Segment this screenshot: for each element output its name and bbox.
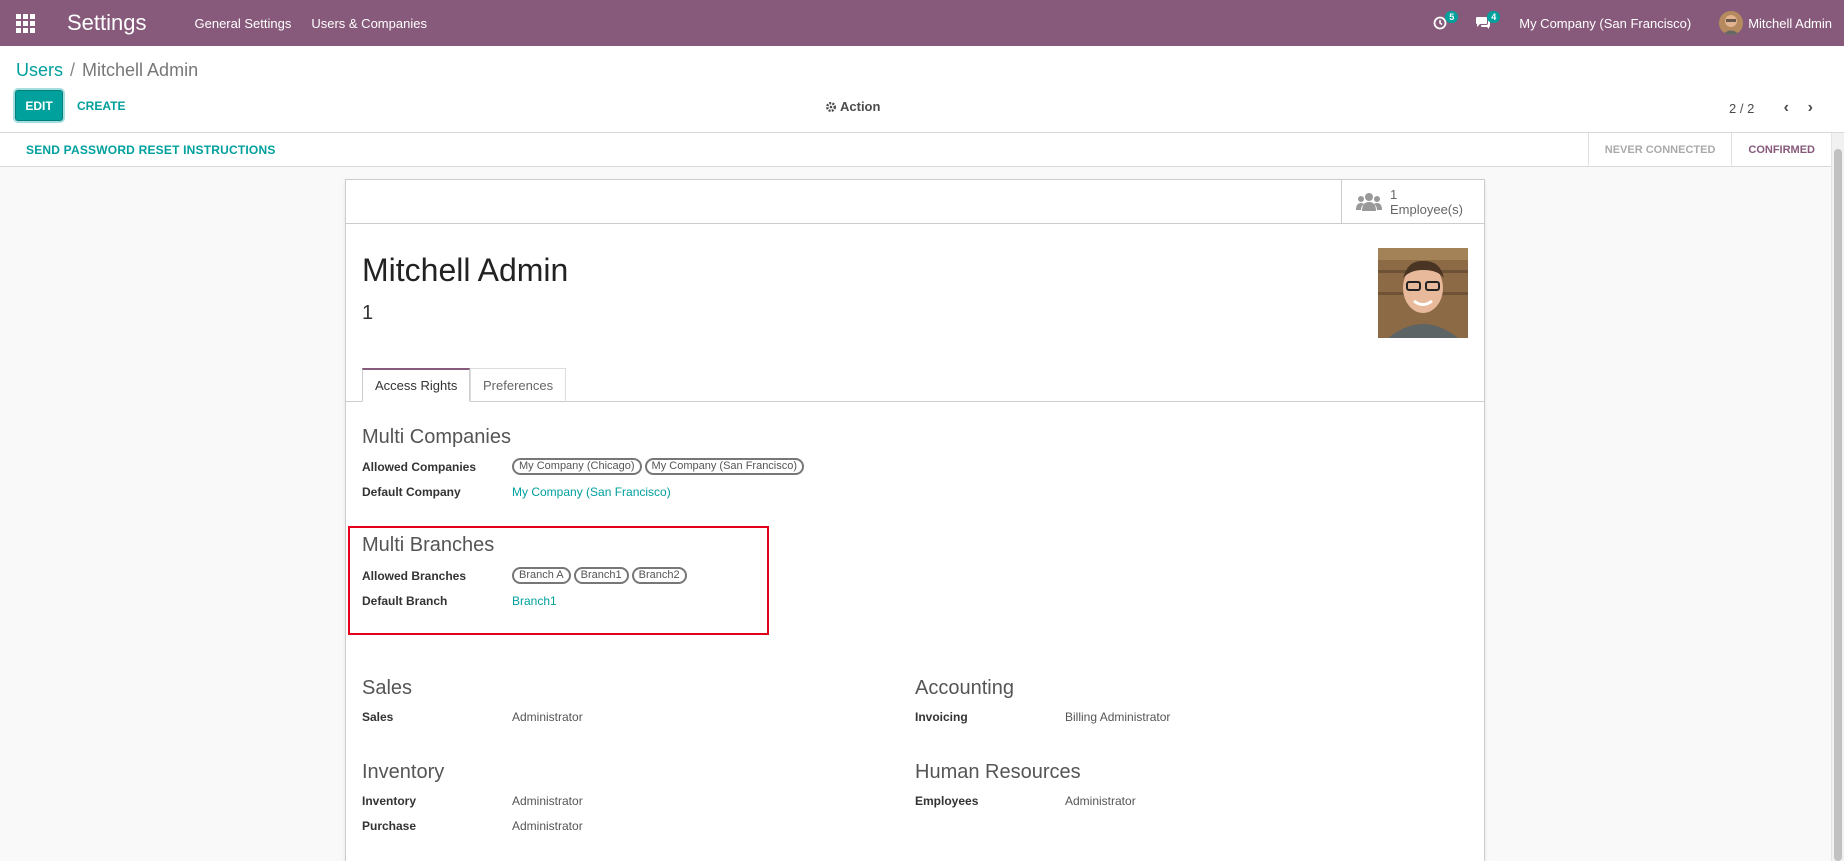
purchase-label: Purchase: [362, 819, 417, 833]
status-never-connected[interactable]: NEVER CONNECTED: [1587, 133, 1732, 167]
breadcrumb-separator: /: [70, 60, 76, 80]
apps-grid-icon[interactable]: [0, 0, 50, 46]
menu-general-settings[interactable]: General Settings: [185, 0, 302, 46]
default-branch-link[interactable]: Branch1: [512, 594, 557, 608]
multi-branches-title: Multi Branches: [362, 534, 495, 556]
messaging-menu[interactable]: 4: [1465, 0, 1501, 46]
gear-icon: [826, 101, 836, 112]
chevron-left-icon[interactable]: ‹: [1774, 98, 1798, 118]
user-avatar: [1719, 11, 1744, 35]
app-title[interactable]: Settings: [50, 10, 185, 36]
allowed-branches-tags[interactable]: Branch A Branch1 Branch2: [512, 567, 690, 584]
menu-users-companies[interactable]: Users & Companies: [301, 0, 437, 46]
tag-branch2[interactable]: Branch2: [631, 567, 687, 584]
default-company-link[interactable]: My Company (San Francisco): [512, 485, 671, 499]
status-steps: NEVER CONNECTED CONFIRMED: [1587, 133, 1831, 167]
user-name-field: Mitchell Admin: [362, 252, 569, 288]
scrollbar-thumb[interactable]: [1834, 149, 1842, 861]
tag-company-chicago[interactable]: My Company (Chicago): [512, 458, 642, 475]
allowed-branches-label: Allowed Branches: [362, 569, 467, 583]
user-menu[interactable]: Mitchell Admin: [1709, 0, 1844, 46]
tab-preferences[interactable]: Preferences: [470, 368, 567, 402]
status-confirmed[interactable]: CONFIRMED: [1731, 133, 1831, 167]
user-photo: [1378, 248, 1468, 338]
employees-value: Administrator: [1065, 794, 1136, 808]
notebook-tabs: Access Rights Preferences: [346, 368, 1484, 402]
human-resources-title: Human Resources: [915, 761, 1081, 783]
purchase-value: Administrator: [512, 819, 583, 833]
inventory-label: Inventory: [362, 794, 417, 808]
default-company-label: Default Company: [362, 485, 461, 499]
allowed-companies-tags[interactable]: My Company (Chicago) My Company (San Fra…: [512, 458, 807, 475]
employees-smart-button[interactable]: 1 Employee(s): [1341, 180, 1484, 224]
inventory-value: Administrator: [512, 794, 583, 808]
breadcrumb: Users / Mitchell Admin: [16, 60, 198, 81]
user-login-field: 1: [362, 302, 374, 324]
activity-badge: 5: [1445, 11, 1459, 23]
pager-value[interactable]: 2 / 2: [1729, 101, 1754, 116]
chevron-right-icon[interactable]: ›: [1798, 98, 1822, 118]
statusbar: SEND PASSWORD RESET INSTRUCTIONS NEVER C…: [0, 133, 1831, 167]
sales-title: Sales: [362, 677, 413, 699]
tag-branch-a[interactable]: Branch A: [512, 567, 571, 584]
form-sheet: 1 Employee(s) Mitchell Admin 1 Access Ri…: [345, 179, 1485, 861]
inventory-title: Inventory: [362, 761, 445, 783]
breadcrumb-users-link[interactable]: Users: [16, 60, 63, 81]
employee-count: 1: [1390, 187, 1398, 202]
invoicing-label: Invoicing: [915, 710, 968, 724]
employees-label: Employees: [915, 794, 979, 808]
invoicing-value: Billing Administrator: [1065, 710, 1171, 724]
sales-label: Sales: [362, 710, 394, 724]
create-button[interactable]: CREATE: [77, 90, 125, 121]
pager: 2 / 2 ‹ ›: [1729, 98, 1822, 118]
top-navbar: Settings General Settings Users & Compan…: [0, 0, 1844, 46]
employee-label: Employee(s): [1390, 202, 1463, 217]
tag-branch1[interactable]: Branch1: [573, 567, 629, 584]
default-branch-label: Default Branch: [362, 594, 448, 608]
edit-button[interactable]: EDIT: [15, 90, 63, 121]
messages-badge: 4: [1487, 11, 1501, 23]
activity-menu[interactable]: 5: [1423, 0, 1459, 46]
allowed-companies-label: Allowed Companies: [362, 460, 477, 474]
user-name: Mitchell Admin: [1748, 15, 1832, 31]
tab-access-rights[interactable]: Access Rights: [362, 368, 471, 402]
control-panel: Users / Mitchell Admin EDIT CREATE Actio…: [0, 46, 1844, 133]
multi-companies-title: Multi Companies: [362, 426, 511, 448]
company-switcher[interactable]: My Company (San Francisco): [1501, 0, 1709, 46]
button-box: 1 Employee(s): [346, 180, 1484, 224]
action-label: Action: [840, 99, 881, 114]
vertical-scrollbar[interactable]: [1831, 133, 1844, 861]
breadcrumb-current: Mitchell Admin: [82, 60, 199, 80]
action-button[interactable]: Action: [825, 99, 880, 114]
accounting-title: Accounting: [915, 677, 1014, 699]
sales-value: Administrator: [512, 710, 583, 724]
send-password-reset-button[interactable]: SEND PASSWORD RESET INSTRUCTIONS: [26, 143, 276, 157]
tag-company-san-francisco[interactable]: My Company (San Francisco): [644, 458, 805, 475]
users-icon: [1356, 193, 1382, 211]
